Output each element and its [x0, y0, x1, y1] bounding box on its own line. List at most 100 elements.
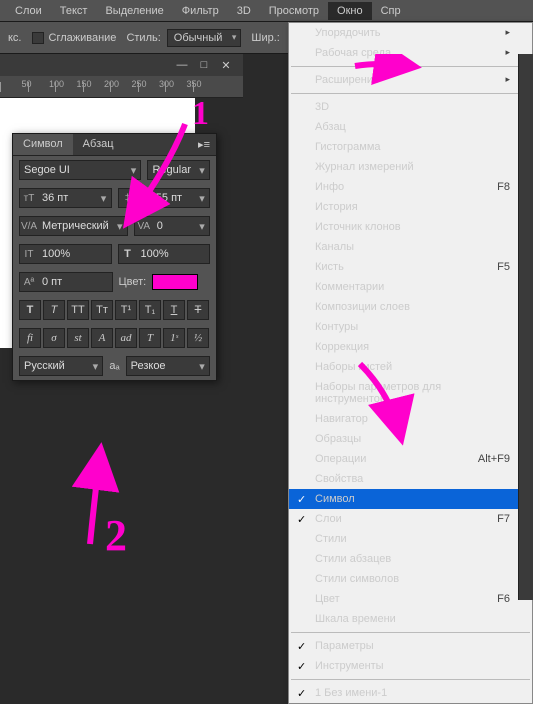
bold-button[interactable]: T: [19, 300, 41, 320]
menu-item[interactable]: Навигатор: [289, 409, 532, 429]
style-dropdown[interactable]: Обычный: [167, 29, 242, 47]
panel-menu-icon[interactable]: ▸≡: [192, 134, 216, 155]
menu-tools[interactable]: ✓Инструменты: [289, 656, 532, 676]
tracking-icon: V/A: [20, 221, 38, 232]
ot-titling-button[interactable]: T: [139, 328, 161, 348]
tracking-field[interactable]: V/AМетрический▾: [19, 216, 128, 236]
menu-separator: [291, 632, 530, 633]
maximize-icon[interactable]: □: [197, 58, 211, 72]
menu-фильтр[interactable]: Фильтр: [173, 2, 228, 20]
right-dock: [518, 54, 533, 600]
menu-item[interactable]: История: [289, 197, 532, 217]
tab-paragraph[interactable]: Абзац: [73, 134, 124, 155]
tab-character[interactable]: Символ: [13, 134, 73, 155]
baseline-field[interactable]: Aª0 пт: [19, 272, 113, 292]
menu-item[interactable]: Гистограмма: [289, 137, 532, 157]
menu-item[interactable]: ✓СлоиF7: [289, 509, 532, 529]
menu-item[interactable]: Композиции слоев: [289, 297, 532, 317]
font-size-field[interactable]: тТ36 пт▾: [19, 188, 112, 208]
ruler-label: 350: [187, 79, 202, 89]
ruler-label: 300: [159, 79, 174, 89]
menu-doc[interactable]: ✓1 Без имени-1: [289, 683, 532, 703]
menu-item[interactable]: 3D: [289, 97, 532, 117]
ruler-tick: [28, 82, 29, 92]
minimize-icon[interactable]: —: [175, 58, 189, 72]
character-panel: Символ Абзац ▸≡ Segoe UI▾ Regular▾ тТ36 …: [12, 133, 217, 381]
allcaps-button[interactable]: TT: [67, 300, 89, 320]
strike-button[interactable]: T: [187, 300, 209, 320]
menu-item[interactable]: Стили: [289, 529, 532, 549]
style-label: Стиль:: [126, 32, 160, 44]
vscale-field[interactable]: IT100%: [19, 244, 112, 264]
ruler-label: 50: [22, 79, 32, 89]
menu-3d[interactable]: 3D: [228, 2, 260, 20]
style-select: Стиль: Обычный: [126, 29, 241, 47]
ot-sigma-button[interactable]: σ: [43, 328, 65, 348]
color-label: Цвет:: [119, 276, 147, 288]
font-size-icon: тТ: [20, 193, 38, 204]
ot-fi-button[interactable]: fi: [19, 328, 41, 348]
menu-item[interactable]: Комментарии: [289, 277, 532, 297]
kerning-field[interactable]: VA0▾: [134, 216, 210, 236]
ruler-tick: [83, 82, 84, 92]
smallcaps-button[interactable]: Tᴛ: [91, 300, 113, 320]
menu-item[interactable]: Коррекция: [289, 337, 532, 357]
menu-params[interactable]: ✓Параметры: [289, 636, 532, 656]
superscript-button[interactable]: T¹: [115, 300, 137, 320]
ruler-label: 250: [132, 79, 147, 89]
menu-item[interactable]: Стили абзацев: [289, 549, 532, 569]
menu-item[interactable]: ИнфоF8: [289, 177, 532, 197]
leading-icon: ‡: [119, 193, 137, 204]
menu-separator: [291, 679, 530, 680]
menu-item[interactable]: КистьF5: [289, 257, 532, 277]
menu-спр[interactable]: Спр: [372, 2, 410, 20]
menu-separator: [291, 66, 530, 67]
menu-выделение[interactable]: Выделение: [96, 2, 172, 20]
menu-item[interactable]: Каналы: [289, 237, 532, 257]
menu-item[interactable]: Контуры: [289, 317, 532, 337]
menu-item[interactable]: Свойства: [289, 469, 532, 489]
font-family-field[interactable]: Segoe UI▾: [19, 160, 141, 180]
hscale-field[interactable]: T100%: [118, 244, 211, 264]
ot-ordinal-button[interactable]: 1ˢ: [163, 328, 185, 348]
menu-workspace[interactable]: Рабочая среда▸: [289, 43, 532, 63]
style-value: Обычный: [174, 32, 223, 44]
menu-item[interactable]: ✓Символ: [289, 489, 532, 509]
ruler-tick: [110, 82, 111, 92]
menu-item[interactable]: ЦветF6: [289, 589, 532, 609]
ruler-tick: [138, 82, 139, 92]
aa-icon: aₐ: [109, 360, 119, 372]
antialias-field[interactable]: Резкое▾: [126, 356, 210, 376]
menu-item[interactable]: Шкала времени: [289, 609, 532, 629]
menu-item[interactable]: Наборы кистей: [289, 357, 532, 377]
panel-tabs: Символ Абзац ▸≡: [13, 134, 216, 156]
close-icon[interactable]: ✕: [219, 58, 233, 72]
menu-item[interactable]: ОперацииAlt+F9: [289, 449, 532, 469]
language-field[interactable]: Русский▾: [19, 356, 103, 376]
menu-item[interactable]: Абзац: [289, 117, 532, 137]
italic-button[interactable]: T: [43, 300, 65, 320]
ot-fraction-button[interactable]: ½: [187, 328, 209, 348]
menu-item[interactable]: Стили символов: [289, 569, 532, 589]
menu-слои[interactable]: Слои: [6, 2, 51, 20]
menu-окно[interactable]: Окно: [328, 2, 372, 20]
ot-st-button[interactable]: st: [67, 328, 89, 348]
underline-button[interactable]: T: [163, 300, 185, 320]
color-swatch[interactable]: [152, 274, 198, 290]
ot-swash-button[interactable]: A: [91, 328, 113, 348]
smoothing-checkbox[interactable]: Сглаживание: [32, 32, 117, 44]
menu-текст[interactable]: Текст: [51, 2, 97, 20]
menu-arrange[interactable]: Упорядочить▸: [289, 23, 532, 43]
menu-item[interactable]: Образцы: [289, 429, 532, 449]
ot-ad-button[interactable]: ad: [115, 328, 137, 348]
leading-field[interactable]: ‡25,55 пт▾: [118, 188, 211, 208]
font-style-field[interactable]: Regular▾: [147, 160, 210, 180]
menu-просмотр[interactable]: Просмотр: [260, 2, 328, 20]
menu-item[interactable]: Источник клонов: [289, 217, 532, 237]
type-style-row2: fi σ st A ad T 1ˢ ½: [13, 324, 216, 352]
subscript-button[interactable]: T₁: [139, 300, 161, 320]
menu-extensions[interactable]: Расширения▸: [289, 70, 532, 90]
menu-item[interactable]: Журнал измерений: [289, 157, 532, 177]
smoothing-label: Сглаживание: [49, 32, 117, 44]
menu-item[interactable]: Наборы параметров для инструментов: [289, 377, 532, 409]
